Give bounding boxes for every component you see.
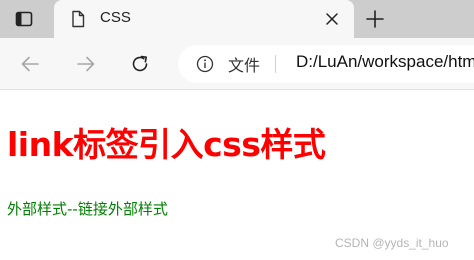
- reload-icon: [132, 55, 148, 72]
- plus-icon: [366, 10, 384, 28]
- arrow-left-icon: [21, 56, 39, 72]
- address-bar[interactable]: 文件 D:/LuAn/workspace/htm: [178, 45, 474, 83]
- scheme-label: 文件: [228, 56, 261, 75]
- close-icon: [326, 13, 338, 25]
- toolbar: 文件 D:/LuAn/workspace/htm: [0, 38, 474, 90]
- info-icon[interactable]: [196, 55, 214, 73]
- browser-window: CSS 文件 D:/LuAn/workspace/htm link标签引入css…: [0, 0, 474, 260]
- arrow-right-icon: [77, 56, 95, 72]
- tab-close-button[interactable]: [322, 9, 342, 29]
- tab-css[interactable]: CSS: [54, 0, 354, 38]
- tab-title: CSS: [100, 9, 131, 26]
- url-text[interactable]: D:/LuAn/workspace/htm: [296, 52, 474, 72]
- tab-actions-button[interactable]: [0, 0, 48, 38]
- watermark: CSDN @yyds_it_huo: [335, 236, 449, 250]
- page-content: link标签引入css样式 外部样式--链接外部样式 CSDN @yyds_it…: [0, 90, 474, 260]
- new-tab-button[interactable]: [360, 5, 390, 33]
- back-button[interactable]: [16, 50, 44, 78]
- reload-button[interactable]: [126, 50, 154, 78]
- page-icon: [72, 10, 85, 28]
- page-heading: link标签引入css样式: [7, 125, 326, 164]
- page-paragraph: 外部样式--链接外部样式: [7, 200, 168, 218]
- tab-strip: CSS: [0, 0, 474, 38]
- tab-actions-icon: [15, 11, 33, 27]
- address-divider: [275, 55, 276, 73]
- forward-button[interactable]: [72, 50, 100, 78]
